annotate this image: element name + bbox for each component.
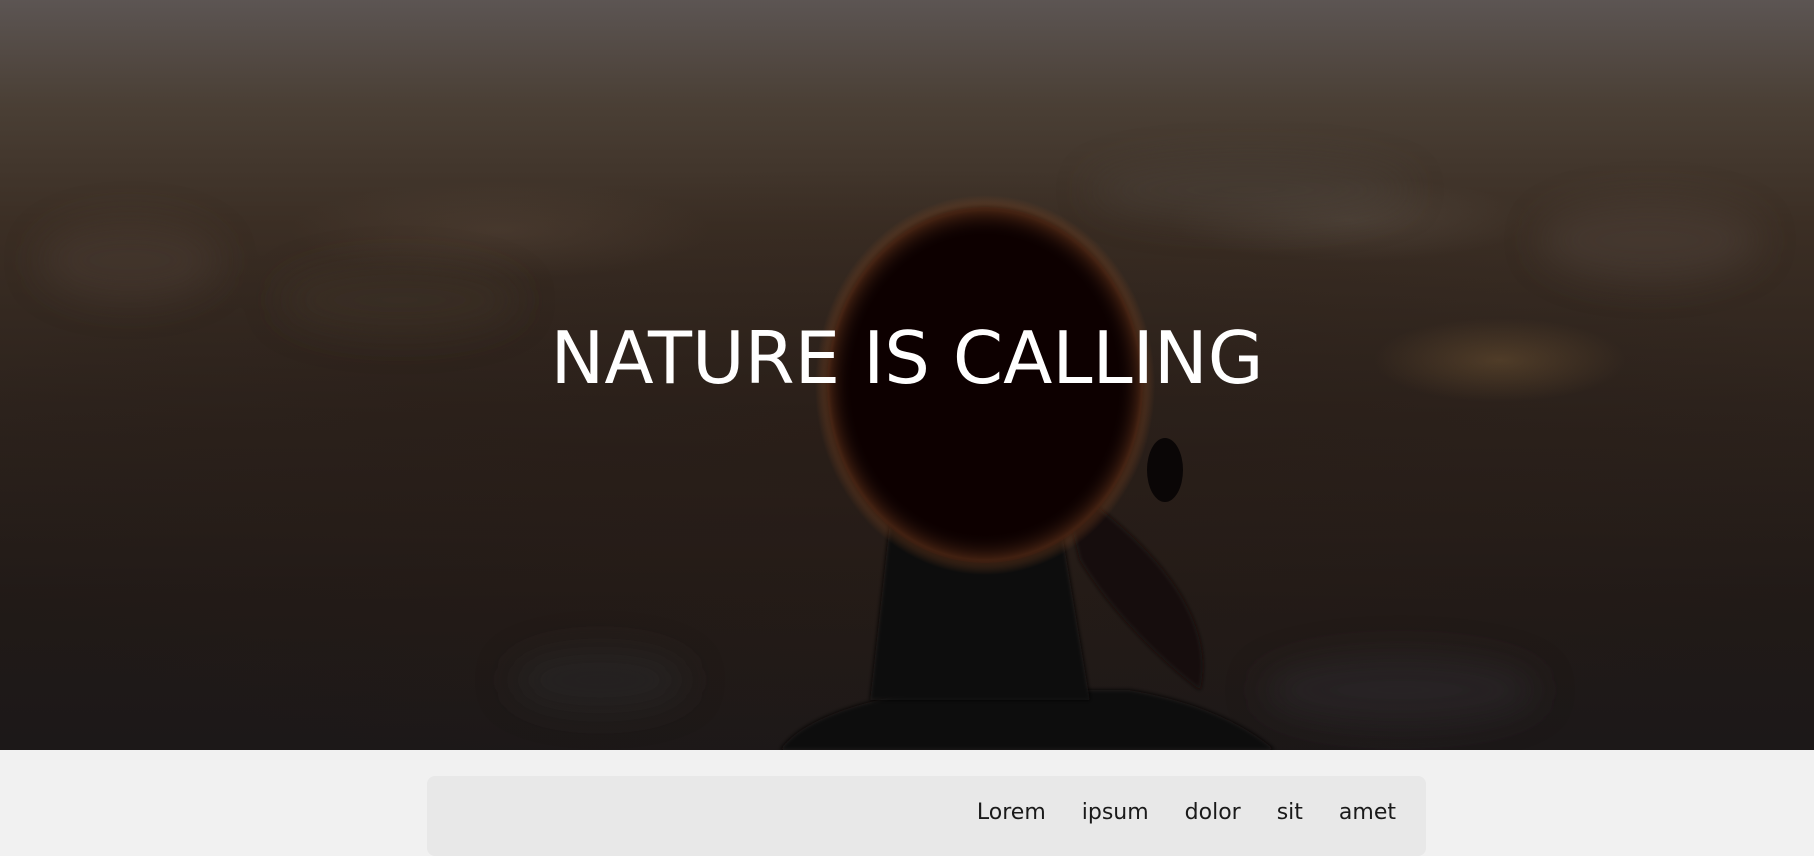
card-word: dolor (1184, 800, 1241, 825)
hero-title: NATURE IS CALLING (550, 316, 1264, 400)
content-card: Lorem ipsum dolor sit amet (427, 776, 1426, 856)
card-word: amet (1338, 800, 1396, 825)
card-word: ipsum (1081, 800, 1149, 825)
card-word: sit (1276, 800, 1303, 825)
card-text-line: Lorem ipsum dolor sit amet (977, 800, 1396, 825)
card-word: Lorem (976, 800, 1046, 825)
hero-section: NATURE IS CALLING (0, 0, 1814, 750)
